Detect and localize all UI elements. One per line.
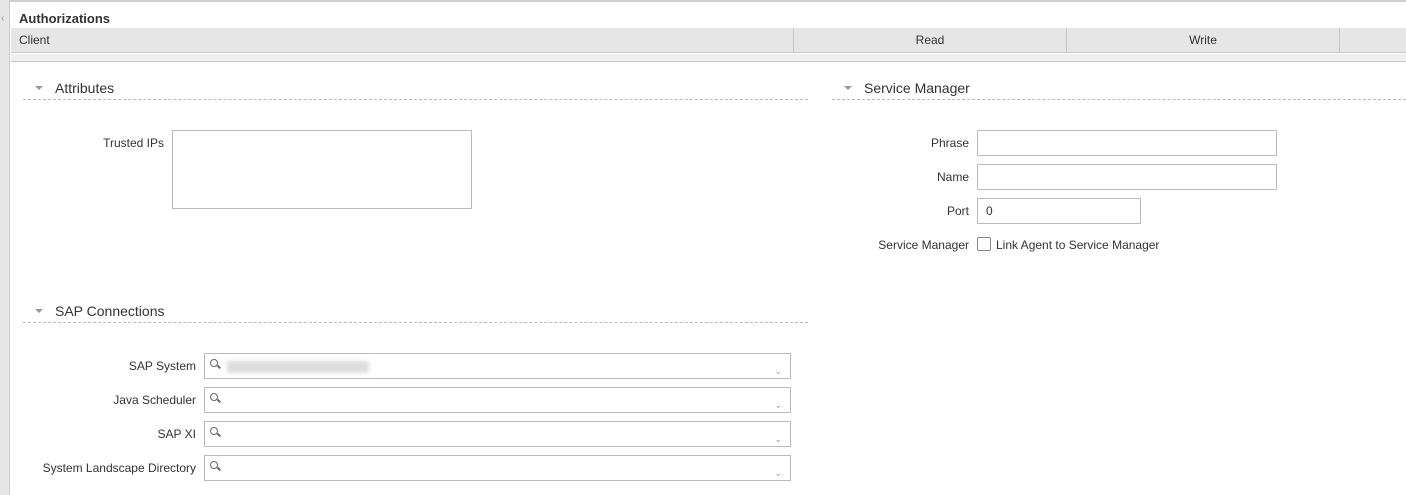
sap-xi-label: SAP XI xyxy=(157,427,196,441)
search-icon xyxy=(210,427,218,435)
sld-combobox[interactable]: ⌄ xyxy=(204,455,791,481)
section-service-manager[interactable]: Service Manager xyxy=(832,80,1406,100)
authorizations-table-header: Client Read Write xyxy=(11,28,1406,53)
collapse-sidebar-handle[interactable]: ‹ xyxy=(0,0,10,495)
sap-system-label: SAP System xyxy=(128,359,196,373)
port-label: Port xyxy=(946,204,969,218)
java-scheduler-label: Java Scheduler xyxy=(113,393,196,407)
trusted-ips-textarea[interactable] xyxy=(172,130,472,209)
section-title: Attributes xyxy=(55,80,115,96)
section-title: Service Manager xyxy=(864,80,970,96)
name-label: Name xyxy=(936,170,969,184)
resize-splitter[interactable] xyxy=(11,54,1406,62)
column-header-read[interactable]: Read xyxy=(794,28,1067,53)
collapse-triangle-icon[interactable] xyxy=(844,86,852,90)
chevron-down-icon[interactable]: ⌄ xyxy=(774,393,782,417)
phrase-input[interactable] xyxy=(977,130,1277,156)
collapse-triangle-icon[interactable] xyxy=(35,309,43,313)
service-manager-label: Service Manager xyxy=(878,238,969,252)
chevron-down-icon[interactable]: ⌄ xyxy=(774,427,782,451)
phrase-label: Phrase xyxy=(930,136,969,150)
link-agent-label[interactable]: Link Agent to Service Manager xyxy=(996,238,1159,252)
chevron-down-icon[interactable]: ⌄ xyxy=(774,359,782,383)
search-icon xyxy=(210,461,218,469)
chevron-left-icon[interactable]: ‹ xyxy=(1,13,4,24)
sld-label: System Landscape Directory xyxy=(42,461,196,475)
sap-xi-combobox[interactable]: ⌄ xyxy=(204,421,791,447)
java-scheduler-combobox[interactable]: ⌄ xyxy=(204,387,791,413)
search-icon xyxy=(210,359,218,367)
port-input[interactable]: 0 xyxy=(977,198,1141,224)
section-attributes[interactable]: Attributes xyxy=(23,80,808,100)
divider xyxy=(10,0,1406,2)
redacted-value xyxy=(227,361,369,373)
search-icon xyxy=(210,393,218,401)
collapse-triangle-icon[interactable] xyxy=(35,86,43,90)
sap-system-combobox[interactable]: ⌄ xyxy=(204,353,791,379)
column-header-write[interactable]: Write xyxy=(1067,28,1340,53)
page-title: Authorizations xyxy=(19,11,110,26)
chevron-down-icon[interactable]: ⌄ xyxy=(774,461,782,485)
column-header-client[interactable]: Client xyxy=(11,28,794,53)
name-input[interactable] xyxy=(977,164,1277,190)
section-sap-connections[interactable]: SAP Connections xyxy=(23,303,808,323)
link-agent-checkbox[interactable] xyxy=(977,237,991,251)
section-title: SAP Connections xyxy=(55,303,165,319)
trusted-ips-label: Trusted IPs xyxy=(103,136,164,150)
